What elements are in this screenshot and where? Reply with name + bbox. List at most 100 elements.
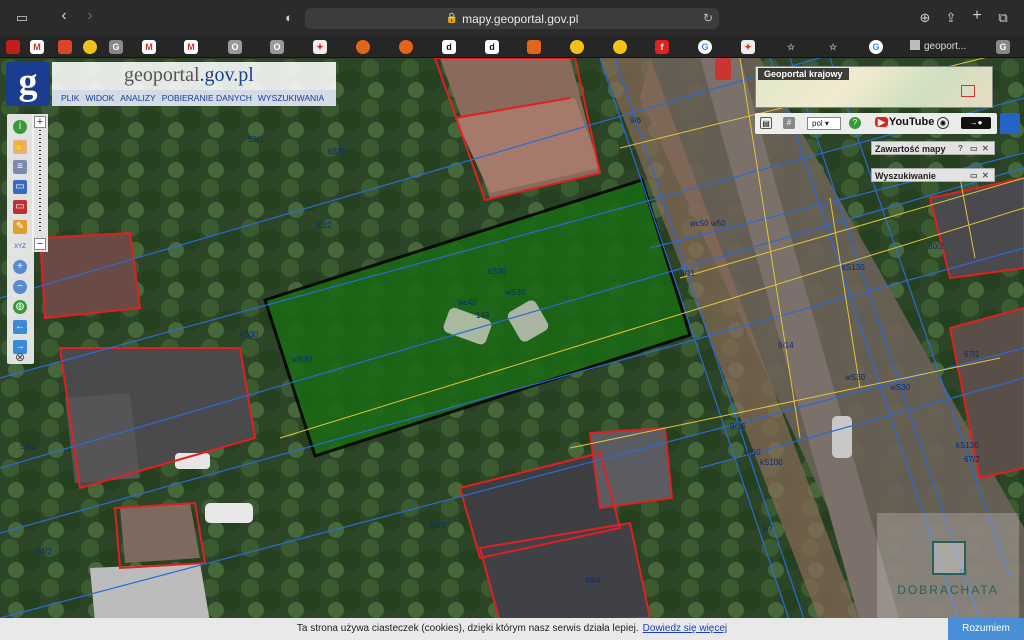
zoom-slider[interactable]: + − bbox=[32, 114, 48, 252]
sidebar-toggle-icon[interactable]: ▭ bbox=[14, 10, 30, 26]
tab-favicon[interactable]: d bbox=[442, 40, 456, 54]
tab-favicon[interactable] bbox=[613, 40, 627, 54]
menu-widok[interactable]: WIDOK bbox=[82, 90, 117, 106]
cookie-learn-more-link[interactable]: Dowiedz się więcej bbox=[643, 623, 727, 634]
tab-favicon[interactable] bbox=[399, 40, 413, 54]
download-icon[interactable]: ⊕ bbox=[917, 10, 933, 26]
tab-favicon[interactable] bbox=[58, 40, 72, 54]
zoom-out-icon[interactable]: − bbox=[13, 280, 27, 294]
shield-icon[interactable]: ✦ bbox=[313, 40, 327, 54]
youtube-link[interactable]: ▶ YouTube bbox=[875, 116, 935, 128]
grid-icon[interactable]: # bbox=[783, 117, 795, 129]
browser-toolbar: ▭ ‹ › ◐ 🔒 mapy.geoportal.gov.pl ↻ ⊕ ⇪ + … bbox=[0, 0, 1024, 36]
menu-analizy[interactable]: ANALIZY bbox=[117, 90, 158, 106]
parcel-label: 9/14 bbox=[778, 341, 794, 350]
forward-icon[interactable]: › bbox=[82, 7, 98, 25]
menu-plik[interactable]: PLIK bbox=[58, 90, 82, 106]
previous-extent-icon[interactable]: ← bbox=[13, 320, 27, 334]
network-label: kS30 bbox=[488, 267, 507, 276]
map-toolbar: i ✋ ≡ ▭ ▭ ✎ XYZ + − ◍ ← → ⊗ bbox=[7, 114, 34, 364]
star-icon[interactable]: ☆ bbox=[784, 40, 798, 54]
print-icon[interactable]: ▤ bbox=[760, 117, 772, 129]
parcel-label: 67/2 bbox=[964, 455, 980, 464]
map-contents-panel[interactable]: Zawartość mapy ? ▭ ✕ bbox=[871, 141, 995, 155]
pan-hand-icon[interactable]: ✋ bbox=[13, 140, 27, 154]
network-label: kS30 bbox=[240, 330, 259, 339]
help-icon[interactable]: ? bbox=[958, 142, 963, 156]
home-icon[interactable] bbox=[527, 40, 541, 54]
tab-favicon[interactable]: f bbox=[655, 40, 669, 54]
info-icon[interactable]: i bbox=[13, 120, 27, 134]
google-icon[interactable]: G bbox=[869, 40, 883, 54]
select-area-icon[interactable]: ▭ bbox=[13, 180, 27, 194]
main-menu: PLIK WIDOK ANALIZY POBIERANIE DANYCH WYS… bbox=[52, 90, 336, 106]
tab-favicon[interactable] bbox=[356, 40, 370, 54]
watermark-text: DOBRACHATA bbox=[897, 583, 999, 597]
tab-favicon[interactable]: O bbox=[270, 40, 284, 54]
menu-pobieranie[interactable]: POBIERANIE DANYCH bbox=[159, 90, 255, 106]
pencil-icon[interactable]: ✎ bbox=[13, 220, 27, 234]
tab-favicon[interactable] bbox=[83, 40, 97, 54]
cookie-accept-button[interactable]: Rozumiem bbox=[948, 618, 1024, 640]
brand-suffix: .gov.pl bbox=[199, 64, 254, 86]
tab-favicon[interactable]: O bbox=[228, 40, 242, 54]
minimize-icon[interactable]: ▭ bbox=[970, 142, 978, 156]
tab-overview-icon[interactable]: ⧉ bbox=[995, 10, 1011, 26]
shield-icon[interactable]: ✦ bbox=[741, 40, 755, 54]
geoportal-logo[interactable]: g bbox=[6, 62, 50, 106]
overview-map[interactable]: Geoportal krajowy bbox=[755, 66, 993, 108]
accessibility-icon[interactable]: ✺ bbox=[937, 117, 949, 129]
brand-prefix: geoportal bbox=[124, 64, 200, 86]
zoom-track[interactable] bbox=[39, 130, 41, 234]
gmail-icon[interactable]: M bbox=[142, 40, 156, 54]
minimize-icon[interactable]: ▭ bbox=[970, 169, 978, 183]
parcel-label: 149 bbox=[476, 311, 490, 320]
globe-icon[interactable]: ◍ bbox=[13, 300, 27, 314]
search-panel[interactable]: Wyszukiwanie ▭ ✕ bbox=[871, 168, 995, 182]
language-select[interactable]: pol ▾ bbox=[807, 117, 841, 130]
address-bar[interactable]: 🔒 mapy.geoportal.gov.pl ↻ bbox=[305, 8, 719, 29]
reset-view-icon[interactable]: ⊗ bbox=[13, 350, 27, 364]
xyz-coordinates-icon[interactable]: XYZ bbox=[13, 240, 27, 254]
right-toolbar: ▤ # pol ▾ ? ▶ YouTube ✺ →● bbox=[755, 113, 997, 134]
gmail-icon[interactable]: M bbox=[184, 40, 198, 54]
legend-icon[interactable]: ≡ bbox=[13, 160, 27, 174]
parcel-label: 66/4 bbox=[585, 576, 601, 585]
tab-favicon[interactable]: G bbox=[996, 40, 1010, 54]
parcel-label: 52/2 bbox=[316, 221, 332, 230]
zoom-plus-button[interactable]: + bbox=[34, 116, 46, 128]
privacy-shield-icon[interactable]: ◐ bbox=[281, 10, 297, 25]
clear-selection-icon[interactable]: ▭ bbox=[13, 200, 27, 214]
tab-favicon[interactable] bbox=[6, 40, 20, 54]
close-icon[interactable]: ✕ bbox=[982, 142, 989, 156]
help-icon[interactable]: ? bbox=[849, 117, 861, 129]
close-icon[interactable]: ✕ bbox=[982, 169, 989, 183]
lock-icon: 🔒 bbox=[445, 13, 459, 24]
tab-favicon[interactable]: G bbox=[109, 40, 123, 54]
tab-favicon[interactable] bbox=[570, 40, 584, 54]
network-label: wS30 bbox=[845, 373, 866, 382]
star-icon[interactable]: ☆ bbox=[826, 40, 840, 54]
reload-icon[interactable]: ↻ bbox=[703, 11, 713, 25]
parcel-label: 9/7 bbox=[762, 524, 774, 533]
tab-favicon[interactable]: d bbox=[485, 40, 499, 54]
watermark: DOBRACHATA bbox=[877, 513, 1019, 618]
language-value: pol bbox=[812, 119, 823, 128]
url-text: mapy.geoportal.gov.pl bbox=[462, 11, 579, 26]
menu-wyszukiwania[interactable]: WYSZUKIWANIA bbox=[255, 90, 327, 106]
side-handle[interactable] bbox=[1000, 113, 1020, 134]
high-contrast-icon[interactable]: →● bbox=[961, 117, 991, 129]
network-label: wS30 bbox=[890, 383, 911, 392]
zoom-in-icon[interactable]: + bbox=[13, 260, 27, 274]
new-tab-icon[interactable]: + bbox=[969, 7, 985, 25]
active-tab[interactable]: geoport... bbox=[910, 38, 988, 56]
gmail-icon[interactable]: M bbox=[30, 40, 44, 54]
back-icon[interactable]: ‹ bbox=[56, 7, 72, 25]
search-title: Wyszukiwanie bbox=[875, 171, 936, 181]
google-icon[interactable]: G bbox=[698, 40, 712, 54]
cookie-text: Ta strona używa ciasteczek (cookies), dz… bbox=[296, 623, 639, 634]
zoom-minus-button[interactable]: − bbox=[34, 238, 46, 250]
share-icon[interactable]: ⇪ bbox=[943, 10, 959, 26]
network-label: wS0 bbox=[745, 448, 761, 457]
network-label: kS30 bbox=[328, 147, 347, 156]
